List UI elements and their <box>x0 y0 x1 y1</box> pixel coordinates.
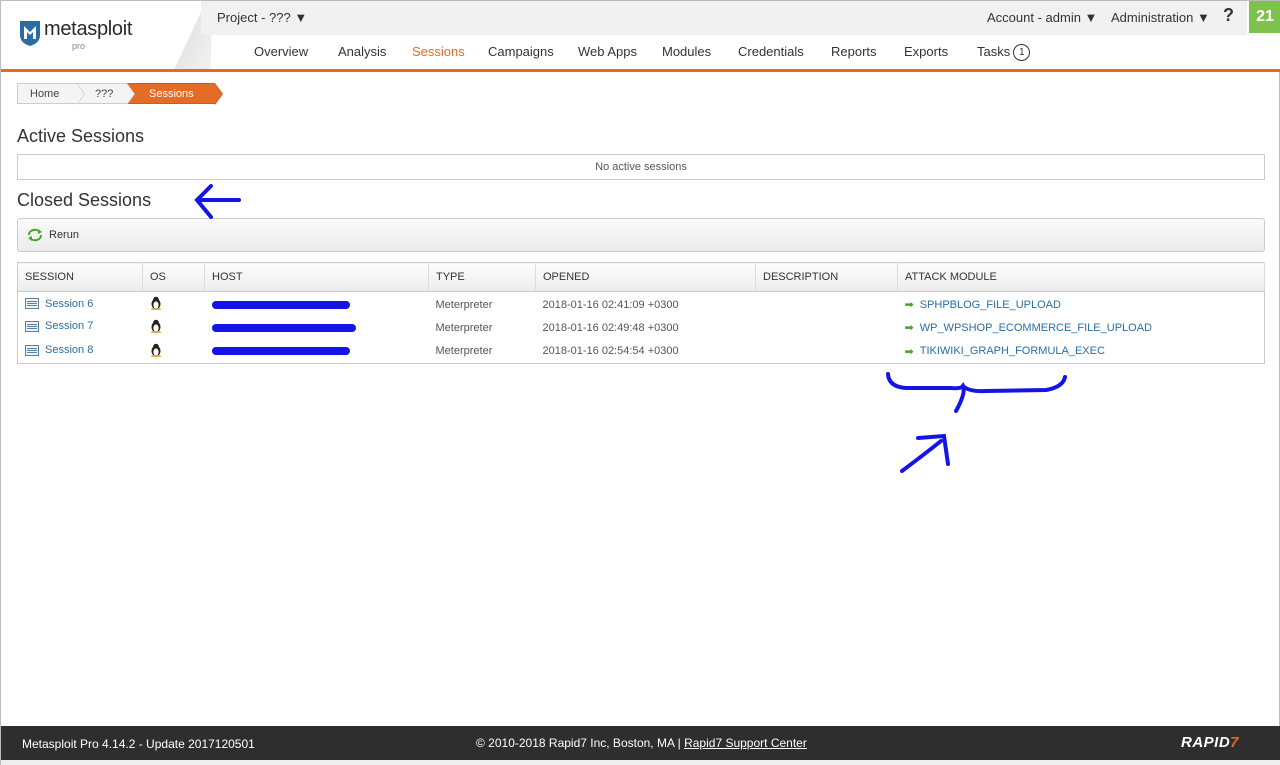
nav-credentials[interactable]: Credentials <box>738 44 804 59</box>
notification-badge[interactable]: 21 <box>1249 1 1280 33</box>
account-menu[interactable]: Account - admin ▼ <box>987 10 1097 25</box>
description-cell <box>756 316 898 340</box>
table-row: Session 7 Meterpreter 2018-01-16 02:49:4… <box>18 316 1265 340</box>
session-link[interactable]: Session 6 <box>25 298 93 310</box>
col-host[interactable]: HOST <box>204 262 429 292</box>
footer-copyright-text: © 2010-2018 Rapid7 Inc, Boston, MA | <box>476 736 681 750</box>
session-cell: Session 6 <box>18 292 143 316</box>
nav-web-apps[interactable]: Web Apps <box>578 44 637 59</box>
nav-tasks[interactable]: Tasks 1 <box>977 44 1031 61</box>
closed-sessions-table: SESSION OS HOST TYPE OPENED DESCRIPTION … <box>17 262 1265 364</box>
rerun-label: Rerun <box>49 229 79 241</box>
opened-cell: 2018-01-16 02:41:09 +0300 <box>542 298 679 311</box>
table-row: Session 8 Meterpreter 2018-01-16 02:54:5… <box>18 340 1265 364</box>
breadcrumb: Home ??? Sessions <box>17 83 223 105</box>
support-center-link[interactable]: Rapid7 Support Center <box>684 736 807 750</box>
col-type[interactable]: TYPE <box>428 262 536 292</box>
nav-campaigns[interactable]: Campaigns <box>488 44 554 59</box>
nav-exports[interactable]: Exports <box>904 44 948 59</box>
opened-cell: 2018-01-16 02:49:48 +0300 <box>542 321 679 334</box>
col-opened[interactable]: OPENED <box>535 262 756 292</box>
type-cell: Meterpreter <box>435 298 493 311</box>
rerun-button[interactable]: Rerun <box>27 228 79 242</box>
session-list-icon <box>25 320 39 332</box>
attack-module-link[interactable]: ➡ WP_WPSHOP_ECOMMERCE_FILE_UPLOAD <box>904 321 1153 335</box>
description-cell <box>756 292 898 316</box>
host-cell <box>205 340 429 364</box>
sessions-toolbar: Rerun <box>17 218 1265 252</box>
col-session[interactable]: SESSION <box>17 262 143 292</box>
col-description[interactable]: DESCRIPTION <box>755 262 898 292</box>
session-list-icon <box>25 344 39 356</box>
nav-analysis[interactable]: Analysis <box>338 44 386 59</box>
closed-sessions-title: Closed Sessions <box>17 190 152 210</box>
footer-copyright: © 2010-2018 Rapid7 Inc, Boston, MA | Rap… <box>476 736 807 750</box>
tasks-count-badge: 1 <box>1013 44 1031 61</box>
redacted-host <box>211 300 350 309</box>
module-name: WP_WPSHOP_ECOMMERCE_FILE_UPLOAD <box>919 321 1152 334</box>
nav-overview[interactable]: Overview <box>254 44 308 59</box>
nav-reports[interactable]: Reports <box>831 44 877 59</box>
administration-menu[interactable]: Administration ▼ <box>1111 10 1210 25</box>
rapid7-logo-text: RAPID <box>1181 734 1231 751</box>
rapid7-logo-mark: 7 <box>1230 734 1240 751</box>
module-name: TIKIWIKI_GRAPH_FORMULA_EXEC <box>919 345 1105 358</box>
breadcrumb-sessions: Sessions <box>127 83 223 105</box>
app-header: metasploit pro Project - ??? ▼ Account -… <box>1 1 1280 72</box>
os-cell <box>143 340 205 364</box>
host-cell <box>205 292 429 316</box>
arrow-right-icon: ➡ <box>904 299 914 312</box>
session-name: Session 8 <box>45 344 94 356</box>
help-icon[interactable]: ? <box>1223 5 1234 26</box>
description-cell <box>756 340 898 364</box>
window-bottom-edge <box>1 760 1280 765</box>
redacted-host <box>211 347 350 356</box>
nav-sessions[interactable]: Sessions <box>412 44 465 59</box>
table-header-row: SESSION OS HOST TYPE OPENED DESCRIPTION … <box>17 262 1265 292</box>
col-attack-module[interactable]: ATTACK MODULE <box>897 262 1265 292</box>
nav-modules[interactable]: Modules <box>662 44 711 59</box>
refresh-icon <box>28 228 42 242</box>
annotation-arrow-up <box>900 433 950 473</box>
linux-icon <box>150 343 161 357</box>
footer-version: Metasploit Pro 4.14.2 - Update 201712050… <box>22 737 255 751</box>
active-sessions-title: Active Sessions <box>17 126 145 146</box>
module-cell: ➡ TIKIWIKI_GRAPH_FORMULA_EXEC <box>898 340 1265 364</box>
session-list-icon <box>25 298 39 309</box>
active-sessions-empty: No active sessions <box>17 154 1265 180</box>
arrow-right-icon: ➡ <box>904 345 914 358</box>
col-os[interactable]: OS <box>142 262 205 292</box>
os-cell <box>143 316 205 340</box>
main-nav: Overview Analysis Sessions Campaigns Web… <box>1 35 1280 69</box>
type-cell: Meterpreter <box>435 321 493 334</box>
annotation-brace <box>886 372 1067 413</box>
session-cell: Session 8 <box>18 340 143 364</box>
module-name: SPHPBLOG_FILE_UPLOAD <box>919 298 1061 311</box>
breadcrumb-home[interactable]: Home <box>17 83 85 105</box>
session-link[interactable]: Session 8 <box>25 344 93 356</box>
redacted-host <box>211 323 356 332</box>
arrow-right-icon: ➡ <box>904 322 914 334</box>
module-cell: ➡ SPHPBLOG_FILE_UPLOAD <box>898 292 1265 316</box>
linux-icon <box>150 296 161 311</box>
nav-tasks-label: Tasks <box>977 44 1011 59</box>
attack-module-link[interactable]: ➡ TIKIWIKI_GRAPH_FORMULA_EXEC <box>905 345 1105 358</box>
attack-module-link[interactable]: ➡ SPHPBLOG_FILE_UPLOAD <box>904 298 1061 312</box>
host-cell <box>205 316 429 340</box>
os-cell <box>143 292 205 316</box>
module-cell: ➡ WP_WPSHOP_ECOMMERCE_FILE_UPLOAD <box>898 316 1265 340</box>
rapid7-logo: RAPID7 <box>1181 734 1239 751</box>
linux-icon <box>150 319 161 333</box>
project-selector[interactable]: Project - ??? ▼ <box>217 10 307 25</box>
type-cell: Meterpreter <box>435 345 493 358</box>
session-link[interactable]: Session 7 <box>25 320 93 332</box>
annotation-overlay <box>194 184 1067 473</box>
table-row: Session 6 Meterpreter 2018-01-16 02:41:0… <box>18 292 1265 316</box>
opened-cell: 2018-01-16 02:54:54 +0300 <box>542 345 679 358</box>
session-name: Session 6 <box>45 297 94 310</box>
app-footer: Metasploit Pro 4.14.2 - Update 201712050… <box>1 726 1280 760</box>
annotation-arrow-left <box>194 184 241 219</box>
session-name: Session 7 <box>45 320 94 333</box>
session-cell: Session 7 <box>18 316 143 340</box>
